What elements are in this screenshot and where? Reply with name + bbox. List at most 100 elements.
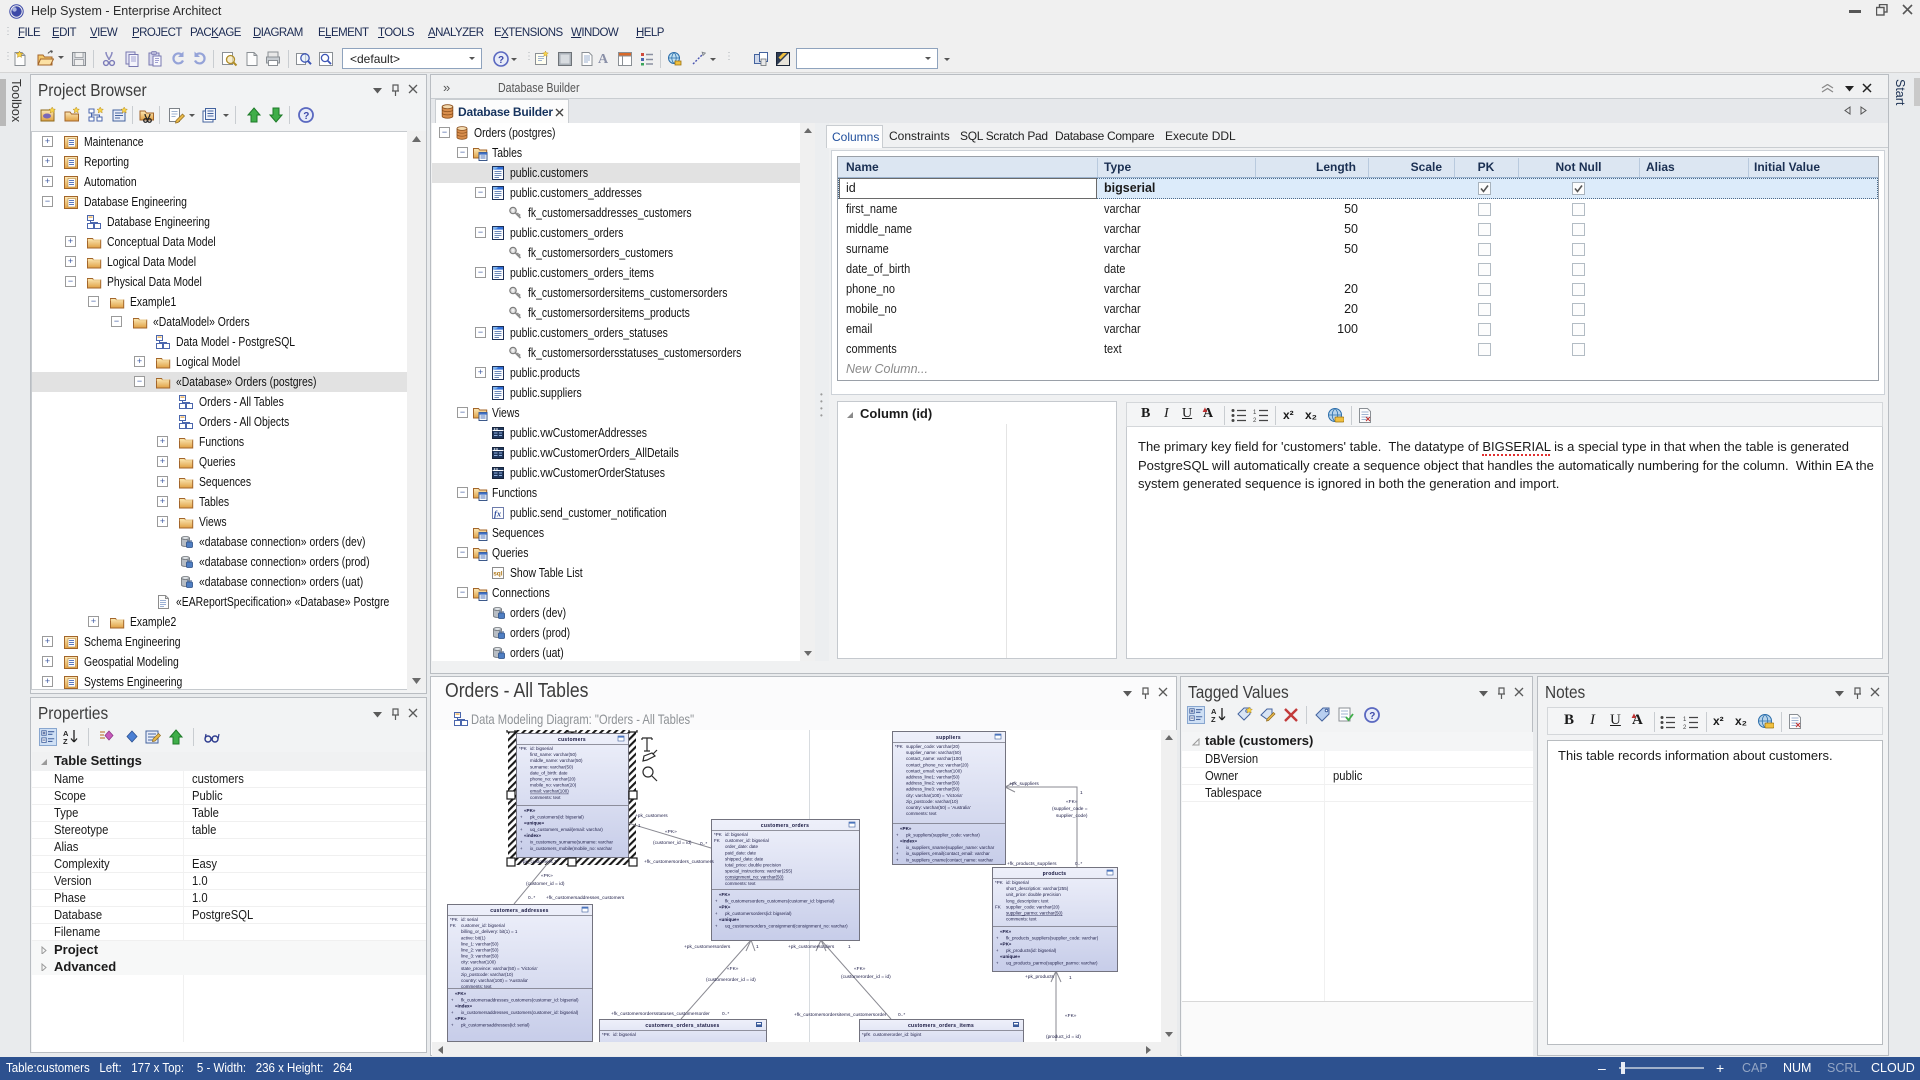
svg-text:*PK: *PK <box>519 746 527 751</box>
svg-text:id: bigserial: id: bigserial <box>530 746 553 751</box>
svg-text:middle_name: varchar(50): middle_name: varchar(50) <box>530 758 583 763</box>
svg-text:+pk_customersorders: +pk_customersorders <box>684 944 731 950</box>
svg-text:«FK»: «FK» <box>1000 929 1012 934</box>
svg-text:*PK: *PK <box>602 1032 610 1037</box>
svg-text:Z: Z <box>1211 715 1216 724</box>
svg-text:«PK»: «PK» <box>900 826 912 831</box>
svg-text:+fk_products_suppliers: +fk_products_suppliers <box>1007 861 1057 867</box>
svg-text:1: 1 <box>1080 790 1083 796</box>
svg-text:+pk_suppliers: +pk_suppliers <box>1009 781 1039 787</box>
svg-text:FK: FK <box>714 838 720 843</box>
svg-text:phone_no: varchar(20): phone_no: varchar(20) <box>530 777 576 782</box>
svg-text:mobile_no: varchar(20): mobile_no: varchar(20) <box>530 783 577 788</box>
svg-text:customers_addresses: customers_addresses <box>490 908 549 914</box>
svg-text:supplier_code: varchar(20): supplier_code: varchar(20) <box>906 744 960 749</box>
svg-text:short_description: varchar(255: short_description: varchar(255) <box>1006 886 1069 891</box>
svg-text:0..*: 0..* <box>722 1011 729 1017</box>
svg-text:comments: text: comments: text <box>725 881 756 886</box>
svg-text:line_1: varchar(50): line_1: varchar(50) <box>461 941 499 946</box>
svg-text:«FK»: «FK» <box>719 892 731 897</box>
svg-text:*PK: *PK <box>450 917 458 922</box>
svg-text:ix_customers_mobile(mobile_no:: ix_customers_mobile(mobile_no: varchar <box>530 846 613 851</box>
svg-text:pk_customersaddresses(id: seri: pk_customersaddresses(id: serial) <box>461 1023 530 1028</box>
svg-text:0..*: 0..* <box>528 895 535 901</box>
svg-text:1: 1 <box>1253 410 1257 416</box>
svg-text:id: bigserial: id: bigserial <box>1006 880 1029 885</box>
svg-text:pk_products(id: bigserial): pk_products(id: bigserial) <box>1006 948 1057 953</box>
svg-text:+pk_customers: +pk_customers <box>635 813 668 819</box>
svg-text:address_line2: varchar(50): address_line2: varchar(50) <box>906 781 960 786</box>
svg-text:id: bigserial: id: bigserial <box>725 832 748 837</box>
svg-text:«FK»: «FK» <box>727 966 739 972</box>
svg-text:city: varchar(100): city: varchar(100) <box>461 960 496 965</box>
svg-text:«FK»: «FK» <box>455 991 467 996</box>
svg-text:address_line1: varchar(50): address_line1: varchar(50) <box>906 775 960 780</box>
svg-text:customers: customers <box>558 737 586 743</box>
svg-text:*PK: *PK <box>895 744 903 749</box>
svg-text:supplier_name: varchar(50): supplier_name: varchar(50) <box>906 750 962 755</box>
svg-text:+fk_customersaddresses_custome: +fk_customersaddresses_customers <box>546 895 625 901</box>
svg-text:comments: text: comments: text <box>1006 917 1037 922</box>
svg-text:order_date: date: order_date: date <box>725 844 759 849</box>
svg-text:line_2: varchar(50): line_2: varchar(50) <box>461 948 499 953</box>
svg-text:supplier_code: varchar(20): supplier_code: varchar(20) <box>1006 904 1060 909</box>
svg-text:zip_postcode: varchar(10): zip_postcode: varchar(10) <box>906 799 959 804</box>
svg-text:shipped_date: date: shipped_date: date <box>725 856 764 861</box>
svg-text:+fk_customersordersitems_custo: +fk_customersordersitems_customersorder <box>794 1012 887 1018</box>
svg-text:«FK»: «FK» <box>854 966 866 972</box>
svg-text:«FK»: «FK» <box>1066 799 1078 805</box>
svg-text:customers_orders_statuses: customers_orders_statuses <box>645 1023 719 1029</box>
svg-text:(supplier_code =: (supplier_code = <box>1052 806 1088 812</box>
svg-text:1: 1 <box>638 823 641 829</box>
svg-text:(product_id = id): (product_id = id) <box>1046 1034 1081 1040</box>
svg-text:?: ? <box>1369 711 1375 722</box>
svg-text:+pk_customers: +pk_customers <box>520 859 553 865</box>
svg-text:customer_id: bigserial: customer_id: bigserial <box>461 923 505 928</box>
svg-text:consignment_no: varchar(50): consignment_no: varchar(50) <box>725 875 784 880</box>
svg-text:1: 1 <box>756 944 759 950</box>
svg-text:first_name: varchar(50): first_name: varchar(50) <box>530 752 577 757</box>
svg-text:«PK»: «PK» <box>455 1016 467 1021</box>
svg-text:uq_customersorders_consignment: uq_customersorders_consignment(consignme… <box>725 924 848 929</box>
svg-text:FK: FK <box>450 923 456 928</box>
svg-text:comments: text: comments: text <box>906 811 937 816</box>
svg-text:«unique»: «unique» <box>1000 954 1021 959</box>
svg-text:customers_orders_items: customers_orders_items <box>908 1023 974 1029</box>
svg-text:zip_postcode: varchar(10): zip_postcode: varchar(10) <box>461 972 514 977</box>
svg-text:supplier_parmo: varchar(50): supplier_parmo: varchar(50) <box>1006 911 1063 916</box>
svg-text:uq_products_parmo(supplier_par: uq_products_parmo(supplier_parmo: varcha… <box>1006 961 1098 966</box>
svg-text:«PK»: «PK» <box>719 905 731 910</box>
svg-text:billing_or_delivery: bit(1) =: billing_or_delivery: bit(1) = 1 <box>461 929 518 934</box>
svg-text:address_line3: varchar(50): address_line3: varchar(50) <box>906 787 960 792</box>
svg-text:comments: text: comments: text <box>530 795 561 800</box>
svg-text:special_instructions: varchar(: special_instructions: varchar(255) <box>725 869 793 874</box>
svg-text:customerorder_id: bigint: customerorder_id: bigint <box>873 1032 922 1037</box>
svg-text:id: bigserial: id: bigserial <box>613 1032 636 1037</box>
svg-text:fk_products_suppliers(supplier: fk_products_suppliers(supplier_code: var… <box>1006 935 1099 940</box>
svg-text:state_province: varchar(50) =: state_province: varchar(50) = 'Victoria' <box>461 966 538 971</box>
svg-text:+fk_customersorders_customers: +fk_customersorders_customers <box>644 859 714 865</box>
svg-text:pk_customers(id: bigserial): pk_customers(id: bigserial) <box>530 814 584 819</box>
svg-text:«PK»: «PK» <box>1000 942 1012 947</box>
svg-text:suppliers: suppliers <box>936 735 961 741</box>
svg-text:id: serial: id: serial <box>461 917 478 922</box>
svg-text:0..*: 0..* <box>898 1012 905 1018</box>
svg-text:(customer_id = id): (customer_id = id) <box>526 881 565 887</box>
svg-text:«PK»: «PK» <box>665 829 677 835</box>
svg-text:1: 1 <box>554 859 557 865</box>
svg-text:(customer_id = id): (customer_id = id) <box>653 840 692 846</box>
svg-text:«PK»: «PK» <box>541 873 553 879</box>
svg-text:1: 1 <box>848 944 851 950</box>
svg-text:paid_date: date: paid_date: date <box>725 850 757 855</box>
svg-text:contact_name: varchar(100): contact_name: varchar(100) <box>906 756 963 761</box>
svg-text:?: ? <box>303 111 309 122</box>
svg-text:«unique»: «unique» <box>524 821 545 826</box>
svg-text:2: 2 <box>1253 418 1257 423</box>
svg-text:*pfK: *pfK <box>862 1032 871 1037</box>
svg-text:date_of_birth: date: date_of_birth: date <box>530 770 568 775</box>
svg-text:customers_orders: customers_orders <box>761 823 809 829</box>
svg-text:1: 1 <box>1069 975 1072 981</box>
svg-text:+pk_customersorders: +pk_customersorders <box>788 944 835 950</box>
svg-text:FK: FK <box>995 904 1001 909</box>
svg-text:line_3: varchar(50): line_3: varchar(50) <box>461 954 499 959</box>
